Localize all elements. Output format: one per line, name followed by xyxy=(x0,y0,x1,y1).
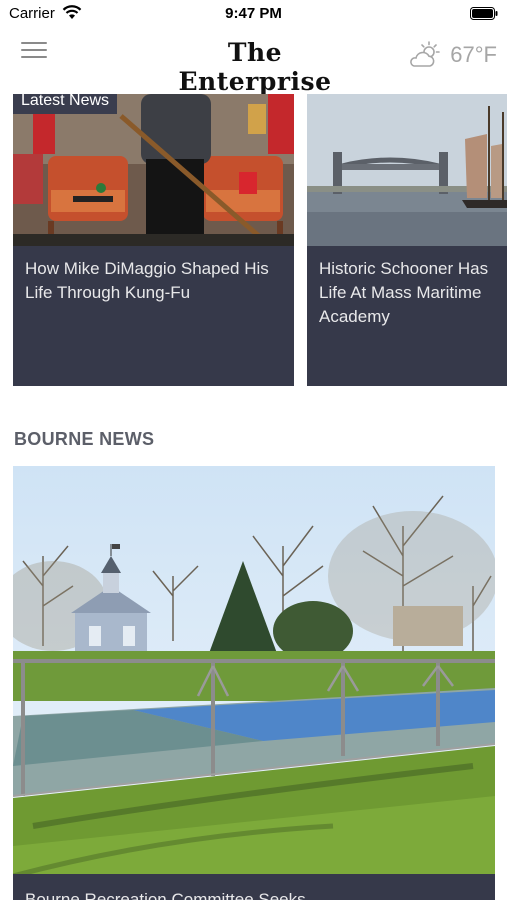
latest-news-carousel[interactable]: Latest News How Mike DiMaggio Shaped His… xyxy=(0,94,507,388)
section-title[interactable]: BOURNE NEWS xyxy=(14,429,154,450)
battery-icon xyxy=(470,7,498,20)
card-image xyxy=(307,94,507,246)
card-title: Historic Schooner Has Life At Mass Marit… xyxy=(319,259,489,326)
featured-article[interactable]: Bourne Recreation Committee Seeks xyxy=(13,466,495,900)
menu-button[interactable] xyxy=(21,42,47,62)
featured-title: Bourne Recreation Committee Seeks xyxy=(25,890,306,900)
featured-image xyxy=(13,466,495,900)
temperature: 67°F xyxy=(450,42,497,67)
partly-cloudy-icon xyxy=(410,41,441,67)
masthead-logo[interactable]: The Enterprise xyxy=(150,38,360,96)
latest-news-badge: Latest News xyxy=(13,94,118,114)
card-image xyxy=(13,94,294,246)
weather-widget[interactable]: 67°F xyxy=(408,40,497,70)
news-card[interactable]: How Mike DiMaggio Shaped His Life Throug… xyxy=(13,94,294,386)
card-title: How Mike DiMaggio Shaped His Life Throug… xyxy=(25,259,269,302)
status-bar: Carrier 9:47 PM xyxy=(0,0,507,28)
app-header: The Enterprise 67°F xyxy=(0,28,507,96)
clock: 9:47 PM xyxy=(225,5,282,22)
news-card[interactable]: Historic Schooner Has Life At Mass Marit… xyxy=(307,94,507,386)
menu-icon xyxy=(21,42,47,44)
